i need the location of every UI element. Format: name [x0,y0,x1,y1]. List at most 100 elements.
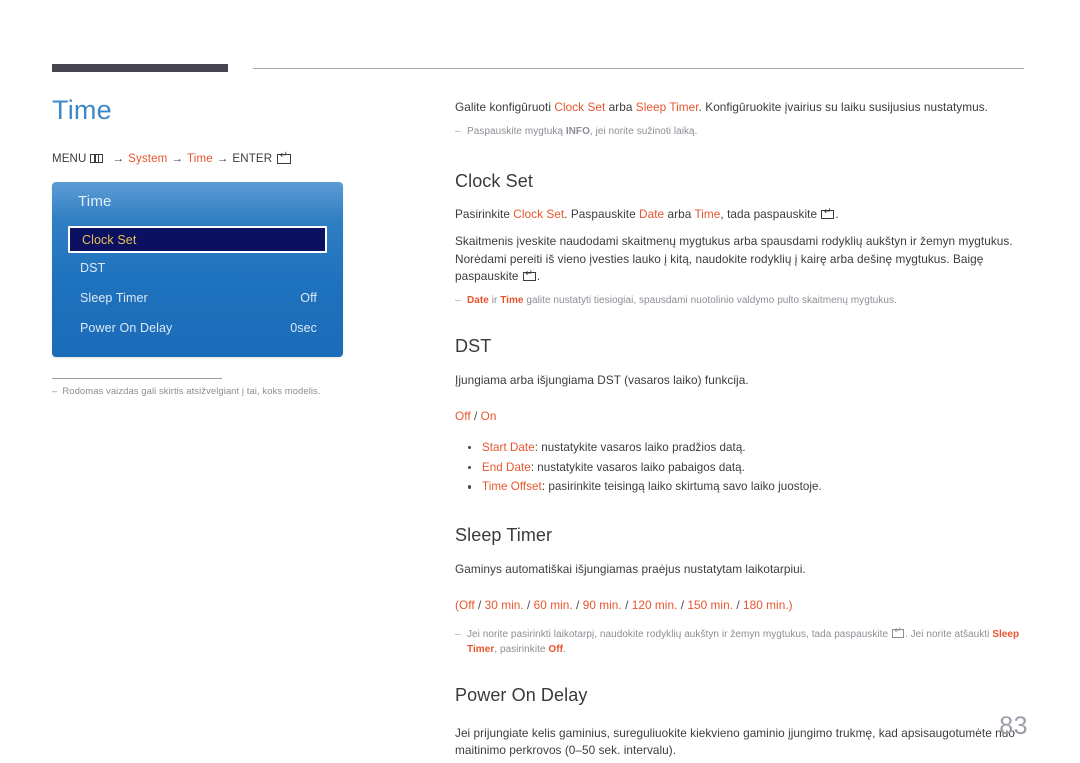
intro-note-text: Paspauskite mygtuką INFO, jei norite suž… [467,124,1027,139]
heading-power-on-delay: Power On Delay [455,684,588,705]
enter-key-icon [891,626,904,638]
intro-paragraph: Galite konfigūruoti Clock Set arba Sleep… [455,99,1027,117]
st-option-1: 30 min. [484,598,524,613]
heading-clock-set: Clock Set [455,170,533,191]
osd-row-label: DST [80,261,106,275]
st-note-b: . Jei norite atšaukti [904,628,993,640]
dst-option-on: On [480,409,497,424]
clock-set-paragraph-1: Pasirinkite Clock Set. Paspauskite Date … [455,206,1027,224]
dst-bullet-text-1: : nustatykite vasaros laiko pabaigos dat… [530,460,745,474]
clock-set-paragraph-2: Skaitmenis įveskite naudodami skaitmenų … [455,233,1027,286]
st-sep-5: / [733,598,744,613]
intro-text-b: arba [605,100,636,114]
sleep-timer-note-text: Jei norite pasirinkti laikotarpį, naudok… [467,626,1027,657]
list-item: Start Date: nustatykite vasaros laiko pr… [455,438,1027,458]
intro-keyword-clock-set: Clock Set [554,100,606,114]
st-option-4: 120 min. [631,598,678,613]
list-item: End Date: nustatykite vasaros laiko paba… [455,458,1027,478]
left-note-text: Rodomas vaizdas gali skirtis atsižvelgia… [62,386,321,397]
breadcrumb-enter-label: ENTER [232,152,273,165]
header-rule [52,64,1024,72]
st-option-2: 60 min. [533,598,573,613]
st-option-3: 90 min. [582,598,622,613]
cs-note-a: ir [488,295,501,307]
page-title: Time [52,95,112,125]
dst-bullet-key-time-offset: Time Offset [482,480,542,494]
cs-keyword-date: Date [639,207,665,222]
dst-bullet-key-start-date: Start Date [482,440,535,454]
breadcrumb-arrow-2: → [171,152,184,165]
intro-keyword-sleep-timer: Sleep Timer [635,100,699,114]
note-dash: – [455,295,461,307]
enter-key-icon [522,269,536,282]
breadcrumb-menu-label: MENU [52,152,87,165]
osd-menu-screenshot: Time Clock Set DST Sleep Timer Off Power… [52,182,343,357]
cs-p1-e: . [835,207,839,222]
st-sep-3: / [621,598,632,613]
st-note-a: Jei norite pasirinkti laikotarpį, naudok… [467,628,891,640]
cs-p1-a: Pasirinkite [455,207,514,222]
osd-row-label: Sleep Timer [80,291,148,305]
enter-key-icon [277,151,292,164]
intro-note-a: Paspauskite mygtuką [467,125,566,137]
dst-bullet-text-0: : nustatykite vasaros laiko pradžios dat… [534,440,746,454]
intro-text-c: . Konfigūruokite įvairius su laiku susij… [698,100,989,114]
note-dash: – [455,628,461,640]
cs-note-keyword-date: Date [467,295,489,307]
osd-menu-list: Clock Set DST Sleep Timer Off Power On D… [52,226,343,343]
cs-keyword-clock-set: Clock Set [513,207,565,222]
document-page: Time MENU → System → Time → ENTER Time C… [0,0,1080,763]
cs-p1-c: arba [664,207,695,222]
st-note-d: . [562,643,566,655]
st-option-0: Off [458,598,475,613]
dst-option-separator: / [470,409,481,424]
sleep-timer-paragraph: Gaminys automatiškai išjungiamas praėjus… [455,562,806,576]
dst-bullet-key-end-date: End Date [482,460,531,474]
intro-note: – Paspauskite mygtuką INFO, jei norite s… [455,124,1027,139]
list-item: Time Offset: pasirinkite teisingą laiko … [455,477,1027,497]
st-close-paren: ) [788,598,793,613]
header-accent-bar [52,64,228,72]
page-number: 83 [999,712,1028,740]
cs-p1-d: , tada paspauskite [720,207,821,222]
left-note: – Rodomas vaizdas gali skirtis atsižvelg… [52,385,382,399]
breadcrumb-arrow-1: → [112,152,125,165]
dst-bullet-list: Start Date: nustatykite vasaros laiko pr… [455,438,1027,498]
osd-row-label: Clock Set [82,232,137,247]
heading-sleep-timer: Sleep Timer [455,525,553,546]
st-note-c: , pasirinkite [494,643,549,655]
osd-title: Time [78,193,112,210]
clock-set-note: – Date ir Time galite nustatyti tiesiogi… [455,293,1027,308]
dst-options: Off / On [455,408,1027,426]
cs-keyword-time: Time [694,207,721,222]
dst-option-off: Off [455,409,471,424]
osd-row-power-on-delay[interactable]: Power On Delay 0sec [52,313,343,343]
heading-dst: DST [455,336,492,357]
enter-key-icon [821,207,835,220]
intro-text-a: Galite konfigūruoti [455,100,555,114]
power-on-delay-paragraph: Jei prijungiate kelis gaminius, sureguli… [455,725,1016,758]
cs-p1-b: . Paspauskite [564,207,640,222]
osd-row-clock-set[interactable]: Clock Set [68,226,327,253]
dst-paragraph: Įjungiama arba išjungiama DST (vasaros l… [455,372,749,387]
osd-row-sleep-timer[interactable]: Sleep Timer Off [52,283,343,313]
breadcrumb-item-system: System [128,152,168,165]
note-dash: – [455,125,461,137]
st-sep-4: / [677,598,688,613]
st-sep-1: / [523,598,534,613]
sleep-timer-note: – Jei norite pasirinkti laikotarpį, naud… [455,626,1027,657]
breadcrumb-arrow-3: → [216,152,229,165]
intro-note-keyword-info: INFO [565,125,590,137]
st-option-5: 150 min. [687,598,734,613]
breadcrumb-item-time: Time [187,152,213,165]
cs-note-keyword-time: Time [500,295,524,307]
dst-bullet-text-2: : pasirinkite teisingą laiko skirtumą sa… [541,480,822,494]
right-column: Galite konfigūruoti Clock Set arba Sleep… [455,99,1027,760]
clock-set-note-text: Date ir Time galite nustatyti tiesiogiai… [467,293,1027,308]
osd-row-dst[interactable]: DST [52,253,343,283]
st-sep-2: / [572,598,583,613]
cs-note-b: galite nustatyti tiesiogiai, spausdami n… [523,295,897,307]
menu-grid-icon [90,154,104,164]
sleep-timer-options: (Off / 30 min. / 60 min. / 90 min. / 120… [455,597,1027,615]
osd-row-label: Power On Delay [80,321,173,335]
